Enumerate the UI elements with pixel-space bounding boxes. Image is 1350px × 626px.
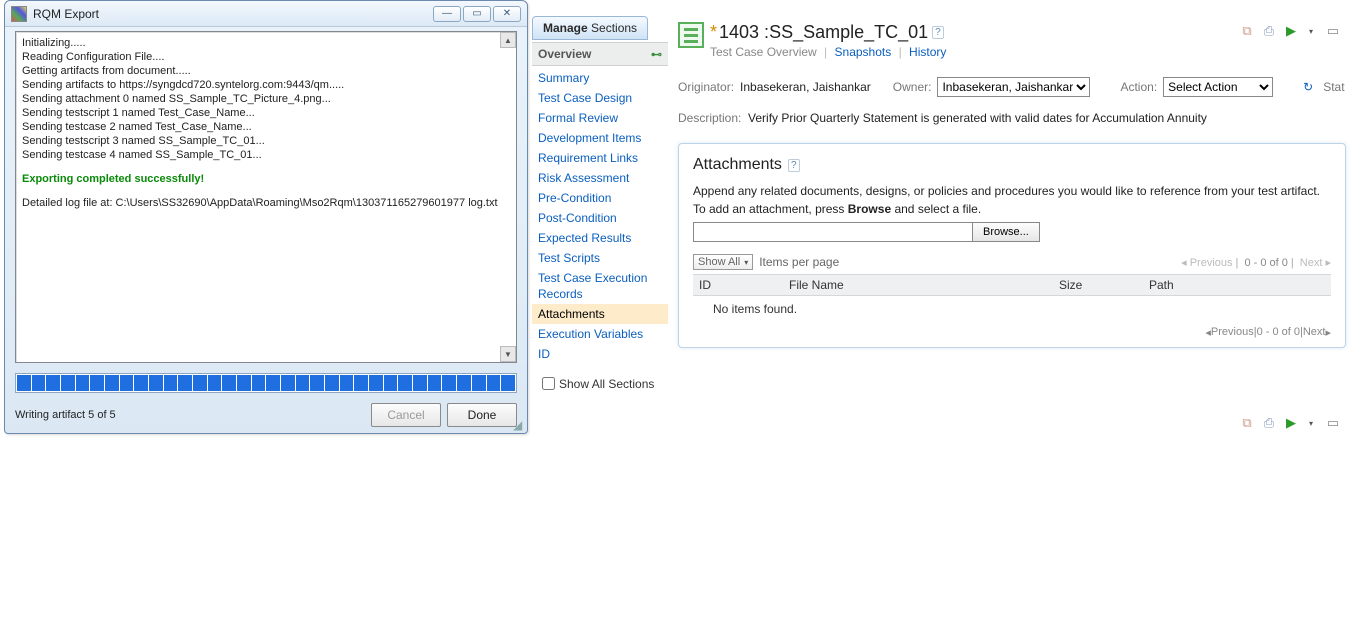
section-post-condition[interactable]: Post-Condition	[532, 208, 668, 228]
pager-next-icon[interactable]: ▸	[1325, 326, 1331, 339]
show-all-sections[interactable]: Show All Sections	[538, 374, 662, 393]
cancel-button[interactable]: Cancel	[371, 403, 441, 427]
test-case-description: Description: Verify Prior Quarterly Stat…	[678, 111, 1350, 125]
subnav-snapshots[interactable]: Snapshots	[835, 45, 892, 59]
attachment-path-input[interactable]	[693, 222, 973, 242]
print-icon[interactable]: ⎙	[1260, 22, 1278, 40]
section-test-case-design[interactable]: Test Case Design	[532, 88, 668, 108]
pager-bottom: ◂ Previous| 0 - 0 of 0| Next ▸	[693, 326, 1331, 339]
attachments-help-2: To add an attachment, press Browse and s…	[693, 202, 1331, 216]
section-execution-variables[interactable]: Execution Variables	[532, 324, 668, 344]
section-development-items[interactable]: Development Items	[532, 128, 668, 148]
page-title: * 1403 : SS_Sample_TC_01 ?	[710, 22, 1238, 43]
col-file[interactable]: File Name	[783, 275, 1053, 296]
action-select[interactable]: Select Action	[1163, 77, 1273, 97]
empty-message: No items found.	[693, 296, 1331, 323]
log-line: Sending testcase 4 named SS_Sample_TC_01…	[22, 148, 510, 162]
log-line: Reading Configuration File....	[22, 50, 510, 64]
attachments-help-1: Append any related documents, designs, o…	[693, 184, 1331, 198]
pin-icon[interactable]: ⊷	[651, 48, 662, 61]
items-per-page-label: Items per page	[759, 255, 839, 269]
scroll-down-icon[interactable]: ▼	[500, 346, 516, 362]
run-icon[interactable]: ▶	[1282, 22, 1300, 40]
test-case-content: * 1403 : SS_Sample_TC_01 ? Test Case Ove…	[678, 22, 1350, 348]
table-row: No items found.	[693, 296, 1331, 323]
sections-list: Summary Test Case Design Formal Review D…	[532, 66, 668, 368]
section-id[interactable]: ID	[532, 344, 668, 364]
section-tc-exec-records[interactable]: Test Case Execution Records	[532, 268, 668, 304]
copy-icon[interactable]: ⧉	[1238, 414, 1256, 432]
manage-sections-tab[interactable]: Manage Sections	[532, 16, 648, 40]
test-case-subnav: Test Case Overview | Snapshots | History	[710, 45, 1238, 59]
test-case-icon	[678, 22, 704, 48]
more-icon[interactable]: ▭	[1324, 22, 1342, 40]
owner-select[interactable]: Inbasekeran, Jaishankar	[937, 77, 1090, 97]
log-line: Getting artifacts from document.....	[22, 64, 510, 78]
done-button[interactable]: Done	[447, 403, 517, 427]
col-id[interactable]: ID	[693, 275, 783, 296]
col-size[interactable]: Size	[1053, 275, 1143, 296]
section-test-scripts[interactable]: Test Scripts	[532, 248, 668, 268]
test-case-meta: Originator: Inbasekeran, Jaishankar Owne…	[678, 77, 1350, 97]
log-line: Sending testscript 3 named SS_Sample_TC_…	[22, 134, 510, 148]
maximize-button[interactable]: ▭	[463, 6, 491, 22]
attachments-table: ID File Name Size Path No items found.	[693, 274, 1331, 322]
scroll-up-icon[interactable]: ▲	[500, 32, 516, 48]
subnav-overview: Test Case Overview	[710, 45, 817, 59]
show-all-checkbox[interactable]	[542, 377, 555, 390]
copy-icon[interactable]: ⧉	[1238, 22, 1256, 40]
col-path[interactable]: Path	[1143, 275, 1331, 296]
minimize-button[interactable]: —	[433, 6, 461, 22]
help-icon[interactable]: ?	[932, 26, 944, 39]
app-icon	[11, 6, 27, 22]
log-line: Initializing.....	[22, 36, 510, 50]
export-log[interactable]: Initializing..... Reading Configuration …	[15, 31, 517, 363]
log-success: Exporting completed successfully!	[22, 172, 510, 186]
section-summary[interactable]: Summary	[532, 68, 668, 88]
pager-next-icon[interactable]: ▸	[1325, 257, 1331, 269]
run-icon[interactable]: ▶	[1282, 414, 1300, 432]
section-risk-assessment[interactable]: Risk Assessment	[532, 168, 668, 188]
pager-top: ◂ Previous| 0 - 0 of 0| Next ▸	[1181, 256, 1331, 269]
items-per-page-select[interactable]: Show All▾	[693, 254, 753, 270]
refresh-icon[interactable]: ↻	[1303, 80, 1313, 94]
dialog-title-bar[interactable]: RQM Export — ▭ ✕	[5, 1, 527, 27]
dirty-star-icon: *	[710, 22, 717, 43]
run-menu-icon[interactable]: ▾	[1302, 22, 1320, 40]
print-icon[interactable]: ⎙	[1260, 414, 1278, 432]
attachments-panel: Attachments ? Append any related documen…	[678, 143, 1346, 348]
help-icon[interactable]: ?	[788, 159, 800, 172]
section-attachments[interactable]: Attachments	[532, 304, 668, 324]
subnav-history[interactable]: History	[909, 45, 946, 59]
close-button[interactable]: ✕	[493, 6, 521, 22]
log-line: Sending attachment 0 named SS_Sample_TC_…	[22, 92, 510, 106]
section-pre-condition[interactable]: Pre-Condition	[532, 188, 668, 208]
section-expected-results[interactable]: Expected Results	[532, 228, 668, 248]
browse-button[interactable]: Browse...	[972, 222, 1040, 242]
section-formal-review[interactable]: Formal Review	[532, 108, 668, 128]
status-text: Writing artifact 5 of 5	[15, 409, 116, 421]
sections-overview-header: Overview ⊷	[532, 42, 668, 66]
rqm-export-dialog: RQM Export — ▭ ✕ Initializing..... Readi…	[4, 0, 528, 434]
dialog-title: RQM Export	[33, 7, 99, 21]
pager-prev-icon[interactable]: ◂	[1181, 257, 1187, 269]
log-line: Sending artifacts to https://syngdcd720.…	[22, 78, 510, 92]
attachments-heading: Attachments ?	[693, 156, 1331, 174]
log-line: Sending testscript 1 named Test_Case_Nam…	[22, 106, 510, 120]
resize-grip-icon[interactable]: ◢	[513, 419, 525, 431]
log-path: Detailed log file at: C:\Users\SS32690\A…	[22, 196, 510, 210]
originator-value: Inbasekeran, Jaishankar	[740, 80, 871, 94]
more-icon[interactable]: ▭	[1324, 414, 1342, 432]
progress-bar	[15, 373, 517, 393]
log-line: Sending testcase 2 named Test_Case_Name.…	[22, 120, 510, 134]
manage-sections-panel: Manage Sections Overview ⊷ Summary Test …	[532, 16, 668, 399]
section-requirement-links[interactable]: Requirement Links	[532, 148, 668, 168]
run-menu-icon[interactable]: ▾	[1302, 414, 1320, 432]
